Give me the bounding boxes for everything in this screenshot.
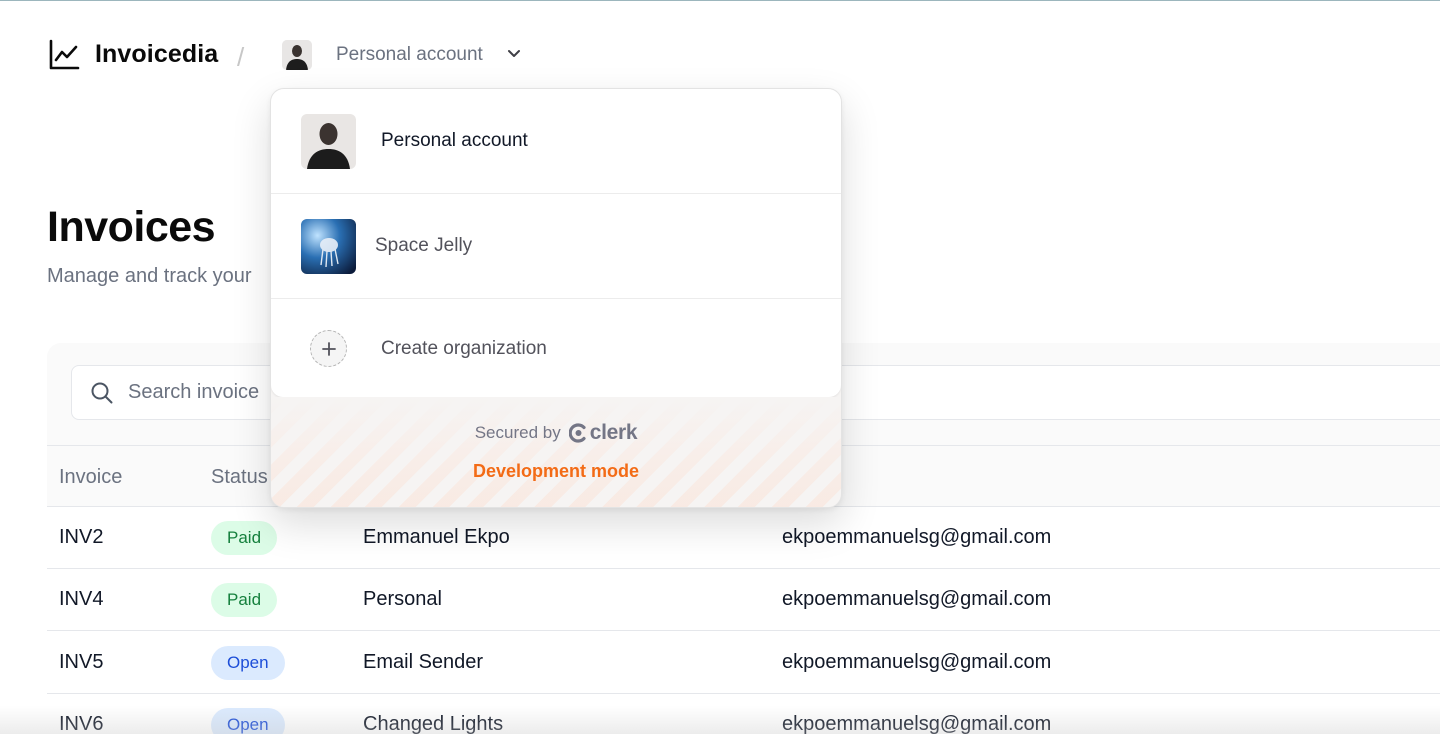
secured-by[interactable]: Secured by clerk <box>271 421 841 445</box>
app-name: Invoicedia <box>95 40 219 68</box>
account-item-space-jelly[interactable]: Space Jelly <box>271 193 841 298</box>
account-switcher-label: Personal account <box>336 44 483 65</box>
app-root: Invoicedia / Personal account Invoices M… <box>0 0 1440 734</box>
status-badge: Paid <box>211 521 278 555</box>
brand-link[interactable]: Invoicedia <box>48 38 218 71</box>
customer-email: ekpoemmanuelsg@gmail.com <box>782 526 1052 548</box>
customer-email: ekpoemmanuelsg@gmail.com <box>782 713 1052 734</box>
secured-by-text: Secured by <box>474 423 561 442</box>
account-list: Personal account Space Jelly Create orga… <box>271 89 841 397</box>
account-item-label: Space Jelly <box>375 235 473 256</box>
account-item-personal[interactable]: Personal account <box>271 89 841 193</box>
status-badge: Paid <box>211 583 278 617</box>
plus-icon <box>310 330 347 367</box>
clerk-logo-icon: clerk <box>568 421 638 445</box>
create-organization-button[interactable]: Create organization <box>271 298 841 397</box>
status-badge: Open <box>211 646 285 680</box>
column-header-invoice[interactable]: Invoice <box>59 466 122 489</box>
column-header-status[interactable]: Status <box>211 466 268 489</box>
table-row[interactable]: INV4 Paid Personal ekpoemmanuelsg@gmail.… <box>47 569 1440 631</box>
account-item-label: Personal account <box>381 130 528 151</box>
customer-name: Personal <box>363 588 442 610</box>
page-title: Invoices <box>47 203 216 251</box>
customer-name: Emmanuel Ekpo <box>363 526 510 548</box>
window-top-border <box>0 0 1440 1</box>
organization-avatar <box>301 219 356 274</box>
avatar <box>282 40 312 70</box>
table-row[interactable]: INV5 Open Email Sender ekpoemmanuelsg@gm… <box>47 632 1440 694</box>
invoice-id: INV6 <box>59 713 104 734</box>
table-row[interactable]: INV6 Open Changed Lights ekpoemmanuelsg@… <box>47 694 1440 734</box>
status-badge: Open <box>211 708 285 734</box>
customer-name: Email Sender <box>363 651 484 673</box>
clerk-wordmark: clerk <box>589 421 638 444</box>
development-mode-label: Development mode <box>472 461 640 481</box>
customer-name: Changed Lights <box>363 713 504 734</box>
search-icon <box>90 381 114 405</box>
invoice-id: INV5 <box>59 651 104 673</box>
create-organization-label: Create organization <box>381 338 547 359</box>
avatar <box>301 114 356 169</box>
chevron-down-icon <box>507 46 521 65</box>
breadcrumb-separator: / <box>237 42 245 72</box>
account-switcher-popover: Personal account Space Jelly Create orga… <box>270 88 842 508</box>
invoice-id: INV2 <box>59 526 104 548</box>
invoice-id: INV4 <box>59 588 104 610</box>
customer-email: ekpoemmanuelsg@gmail.com <box>782 588 1052 610</box>
table-row[interactable]: INV2 Paid Emmanuel Ekpo ekpoemmanuelsg@g… <box>47 507 1440 569</box>
customer-email: ekpoemmanuelsg@gmail.com <box>782 651 1052 673</box>
page-subtitle: Manage and track your <box>47 265 252 287</box>
popover-footer: Secured by clerk Development mode <box>271 397 841 507</box>
account-switcher-trigger[interactable]: Personal account <box>282 40 521 70</box>
chart-line-icon <box>48 38 81 71</box>
